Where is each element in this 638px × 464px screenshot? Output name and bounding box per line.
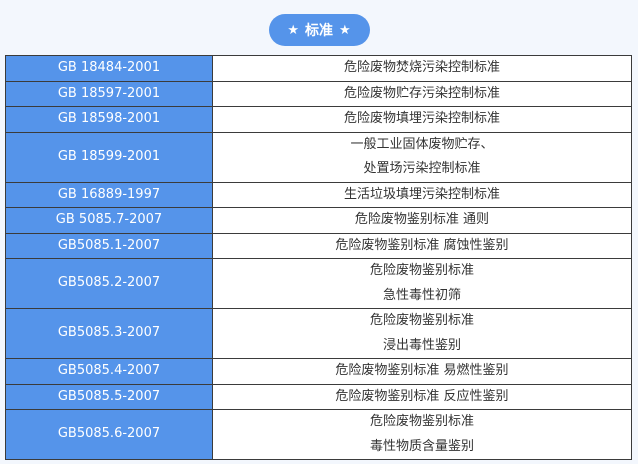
standard-name: 危险废物鉴别标准 毒性物质含量鉴别	[212, 409, 632, 460]
standard-code: GB5085.2-2007	[5, 258, 213, 309]
standard-name: 危险废物鉴别标准 浸出毒性鉴别	[212, 308, 632, 359]
standard-code: GB5085.1-2007	[5, 232, 213, 259]
table-row: GB 18597-2001 危险废物贮存污染控制标准	[5, 80, 632, 107]
standards-table-body: GB 18484-2001 危险废物焚烧污染控制标准 GB 18597-2001 危险…	[5, 55, 632, 460]
standard-name-line: 危险废物鉴别标准 反应性鉴别	[335, 388, 509, 404]
standard-code: GB 16889-1997	[5, 181, 213, 208]
standard-code: GB 18597-2001	[5, 80, 213, 107]
standard-code: GB5085.5-2007	[5, 383, 213, 410]
standard-name-line: 生活垃圾填埋污染控制标准	[343, 186, 500, 202]
standard-name-line: 危险废物鉴别标准	[369, 313, 474, 328]
standard-name-line: 危险废物鉴别标准	[369, 414, 474, 429]
standard-name-line: 危险废物鉴别标准 腐蚀性鉴别	[335, 237, 509, 253]
table-row: GB 5085.7-2007 危险废物鉴别标准 通则	[5, 207, 632, 234]
section-title-badge: ★ 标准 ★	[268, 14, 370, 46]
standard-name: 危险废物贮存污染控制标准	[212, 80, 632, 107]
section-title: 标准	[305, 23, 333, 39]
standard-code: GB5085.3-2007	[5, 308, 213, 359]
table-row: GB5085.5-2007 危险废物鉴别标准 反应性鉴别	[5, 383, 632, 410]
star-icon: ★	[287, 22, 299, 38]
standard-name-line: 处置场污染控制标准	[363, 161, 481, 176]
standard-name-line: 毒性物质含量鉴别	[369, 438, 474, 454]
standard-code: GB 5085.7-2007	[5, 207, 213, 234]
table-row: GB5085.1-2007 危险废物鉴别标准 腐蚀性鉴别	[5, 232, 632, 259]
standard-name-line: 危险废物焚烧污染控制标准	[343, 60, 500, 75]
standard-name: 一般工业固体废物贮存、 处置场污染控制标准	[212, 131, 632, 183]
standard-name-line: 浸出毒性鉴别	[382, 337, 461, 353]
standard-code: GB 18598-2001	[5, 106, 213, 133]
table-row: GB 16889-1997 生活垃圾填埋污染控制标准	[5, 181, 632, 208]
standard-name-line: 危险废物填埋污染控制标准	[343, 111, 500, 126]
standard-name: 危险废物鉴别标准 通则	[212, 207, 632, 234]
standard-name: 危险废物鉴别标准 急性毒性初筛	[212, 258, 632, 309]
standard-name: 危险废物鉴别标准 易燃性鉴别	[212, 358, 632, 385]
table-row: GB5085.3-2007 危险废物鉴别标准 浸出毒性鉴别	[5, 308, 632, 359]
standard-code: GB 18484-2001	[5, 55, 213, 82]
standard-name: 危险废物焚烧污染控制标准	[212, 55, 632, 82]
table-row: GB 18484-2001 危险废物焚烧污染控制标准	[5, 55, 632, 82]
standard-name: 危险废物鉴别标准 腐蚀性鉴别	[212, 232, 632, 259]
standard-name-line: 危险废物鉴别标准 通则	[354, 212, 490, 227]
standard-name-line: 危险废物鉴别标准 易燃性鉴别	[335, 363, 509, 378]
star-icon: ★	[339, 22, 351, 38]
standard-name-line: 危险废物贮存污染控制标准	[343, 85, 500, 101]
table-row: GB5085.6-2007 危险废物鉴别标准 毒性物质含量鉴别	[5, 409, 632, 460]
standard-name: 危险废物填埋污染控制标准	[212, 106, 632, 133]
table-row: GB 18598-2001 危险废物填埋污染控制标准	[5, 106, 632, 133]
standard-code: GB 18599-2001	[5, 131, 213, 183]
standard-name: 生活垃圾填埋污染控制标准	[212, 181, 632, 208]
table-row: GB 18599-2001 一般工业固体废物贮存、 处置场污染控制标准	[5, 131, 632, 183]
table-row: GB5085.2-2007 危险废物鉴别标准 急性毒性初筛	[5, 258, 632, 309]
standard-name: 危险废物鉴别标准 反应性鉴别	[212, 383, 632, 410]
standard-code: GB5085.6-2007	[5, 409, 213, 460]
standard-name-line: 危险废物鉴别标准	[369, 263, 474, 278]
standard-name-line: 急性毒性初筛	[382, 287, 461, 303]
standards-table: GB 18484-2001 危险废物焚烧污染控制标准 GB 18597-2001 危险…	[5, 55, 632, 460]
standard-code: GB5085.4-2007	[5, 358, 213, 385]
standard-name-line: 一般工业固体废物贮存、	[350, 136, 494, 152]
title-bar: ★ 标准 ★	[0, 14, 638, 46]
table-row: GB5085.4-2007 危险废物鉴别标准 易燃性鉴别	[5, 358, 632, 385]
